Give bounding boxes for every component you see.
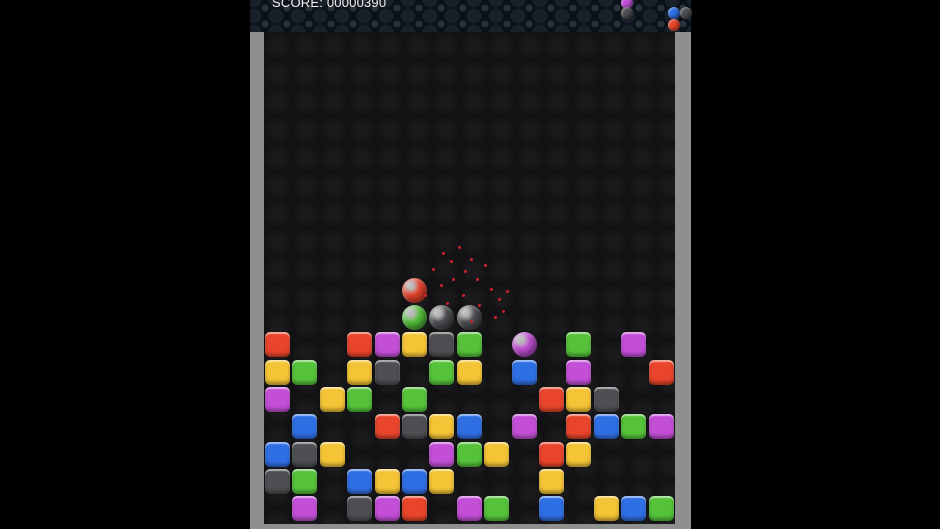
- explosion-spark: [464, 270, 467, 273]
- block-yellow: [319, 386, 345, 412]
- block-yellow: [539, 468, 564, 494]
- block-yellow: [566, 386, 592, 412]
- block-red: [539, 386, 564, 412]
- block-green: [648, 496, 674, 522]
- falling-ball-gray: [456, 305, 482, 330]
- score-display: SCORE: 00000390: [272, 0, 387, 10]
- block-purple: [621, 332, 647, 358]
- next-piece-ball-red: [668, 19, 680, 31]
- block-yellow: [374, 468, 400, 494]
- block-yellow: [593, 496, 619, 522]
- game-screen: SCORE: 00000390: [250, 0, 692, 529]
- block-red: [347, 332, 373, 358]
- block-red: [648, 359, 674, 385]
- block-gray: [347, 496, 373, 522]
- block-gray: [265, 468, 290, 494]
- block-purple: [265, 386, 290, 412]
- explosion-spark: [458, 246, 461, 249]
- block-yellow: [566, 441, 592, 467]
- block-blue: [265, 441, 290, 467]
- block-yellow: [429, 468, 455, 494]
- explosion-spark: [432, 268, 435, 271]
- explosion-spark: [490, 288, 493, 291]
- block-yellow: [319, 441, 345, 467]
- block-purple: [429, 441, 455, 467]
- explosion-spark: [476, 278, 479, 281]
- explosion-spark: [498, 298, 501, 301]
- block-green: [292, 359, 318, 385]
- block-blue: [621, 496, 647, 522]
- explosion-spark: [450, 260, 453, 263]
- next-piece-ball-gray: [621, 7, 633, 19]
- explosion-spark: [470, 258, 473, 261]
- block-green: [429, 359, 455, 385]
- block-yellow: [456, 359, 482, 385]
- left-wall: [250, 32, 264, 529]
- block-red: [539, 441, 564, 467]
- next-piece-ball-blue: [668, 7, 680, 19]
- block-purple: [456, 496, 482, 522]
- explosion-spark: [494, 316, 497, 319]
- block-red: [402, 496, 427, 522]
- block-yellow: [402, 332, 427, 358]
- block-blue: [456, 414, 482, 440]
- block-green: [347, 386, 373, 412]
- explosion-spark: [462, 294, 465, 297]
- block-purple: [292, 496, 318, 522]
- block-green: [566, 332, 592, 358]
- falling-ball-gray: [429, 305, 455, 330]
- block-gray: [593, 386, 619, 412]
- block-gray: [374, 359, 400, 385]
- block-yellow: [347, 359, 373, 385]
- falling-ball-red: [402, 277, 427, 303]
- explosion-spark: [424, 294, 427, 297]
- block-green: [621, 414, 647, 440]
- game-board: [264, 32, 675, 524]
- block-blue: [347, 468, 373, 494]
- block-blue: [402, 468, 427, 494]
- block-green: [292, 468, 318, 494]
- block-purple: [374, 332, 400, 358]
- block-yellow: [265, 359, 290, 385]
- explosion-spark: [478, 304, 481, 307]
- block-blue: [593, 414, 619, 440]
- block-green: [456, 332, 482, 358]
- block-blue: [292, 414, 318, 440]
- block-yellow: [429, 414, 455, 440]
- block-red: [374, 414, 400, 440]
- explosion-spark: [446, 302, 449, 305]
- block-gray: [292, 441, 318, 467]
- block-green: [456, 441, 482, 467]
- explosion-spark: [502, 310, 505, 313]
- explosion-spark: [484, 264, 487, 267]
- block-blue: [539, 496, 564, 522]
- next-piece-ball-gray: [680, 7, 692, 19]
- block-red: [566, 414, 592, 440]
- falling-ball-purple: [511, 332, 537, 358]
- block-purple: [566, 359, 592, 385]
- right-wall: [675, 32, 691, 529]
- explosion-spark: [440, 284, 443, 287]
- explosion-spark: [442, 252, 445, 255]
- block-green: [484, 496, 510, 522]
- block-purple: [648, 414, 674, 440]
- block-green: [402, 386, 427, 412]
- block-yellow: [484, 441, 510, 467]
- falling-ball-green: [402, 305, 427, 330]
- block-blue: [511, 359, 537, 385]
- top-decorative-strip: SCORE: 00000390: [250, 0, 692, 32]
- explosion-spark: [452, 278, 455, 281]
- explosion-spark: [470, 320, 473, 323]
- explosion-spark: [506, 290, 509, 293]
- block-gray: [429, 332, 455, 358]
- block-purple: [374, 496, 400, 522]
- block-purple: [511, 414, 537, 440]
- bottom-wall: [250, 524, 691, 529]
- block-gray: [402, 414, 427, 440]
- block-red: [265, 332, 290, 358]
